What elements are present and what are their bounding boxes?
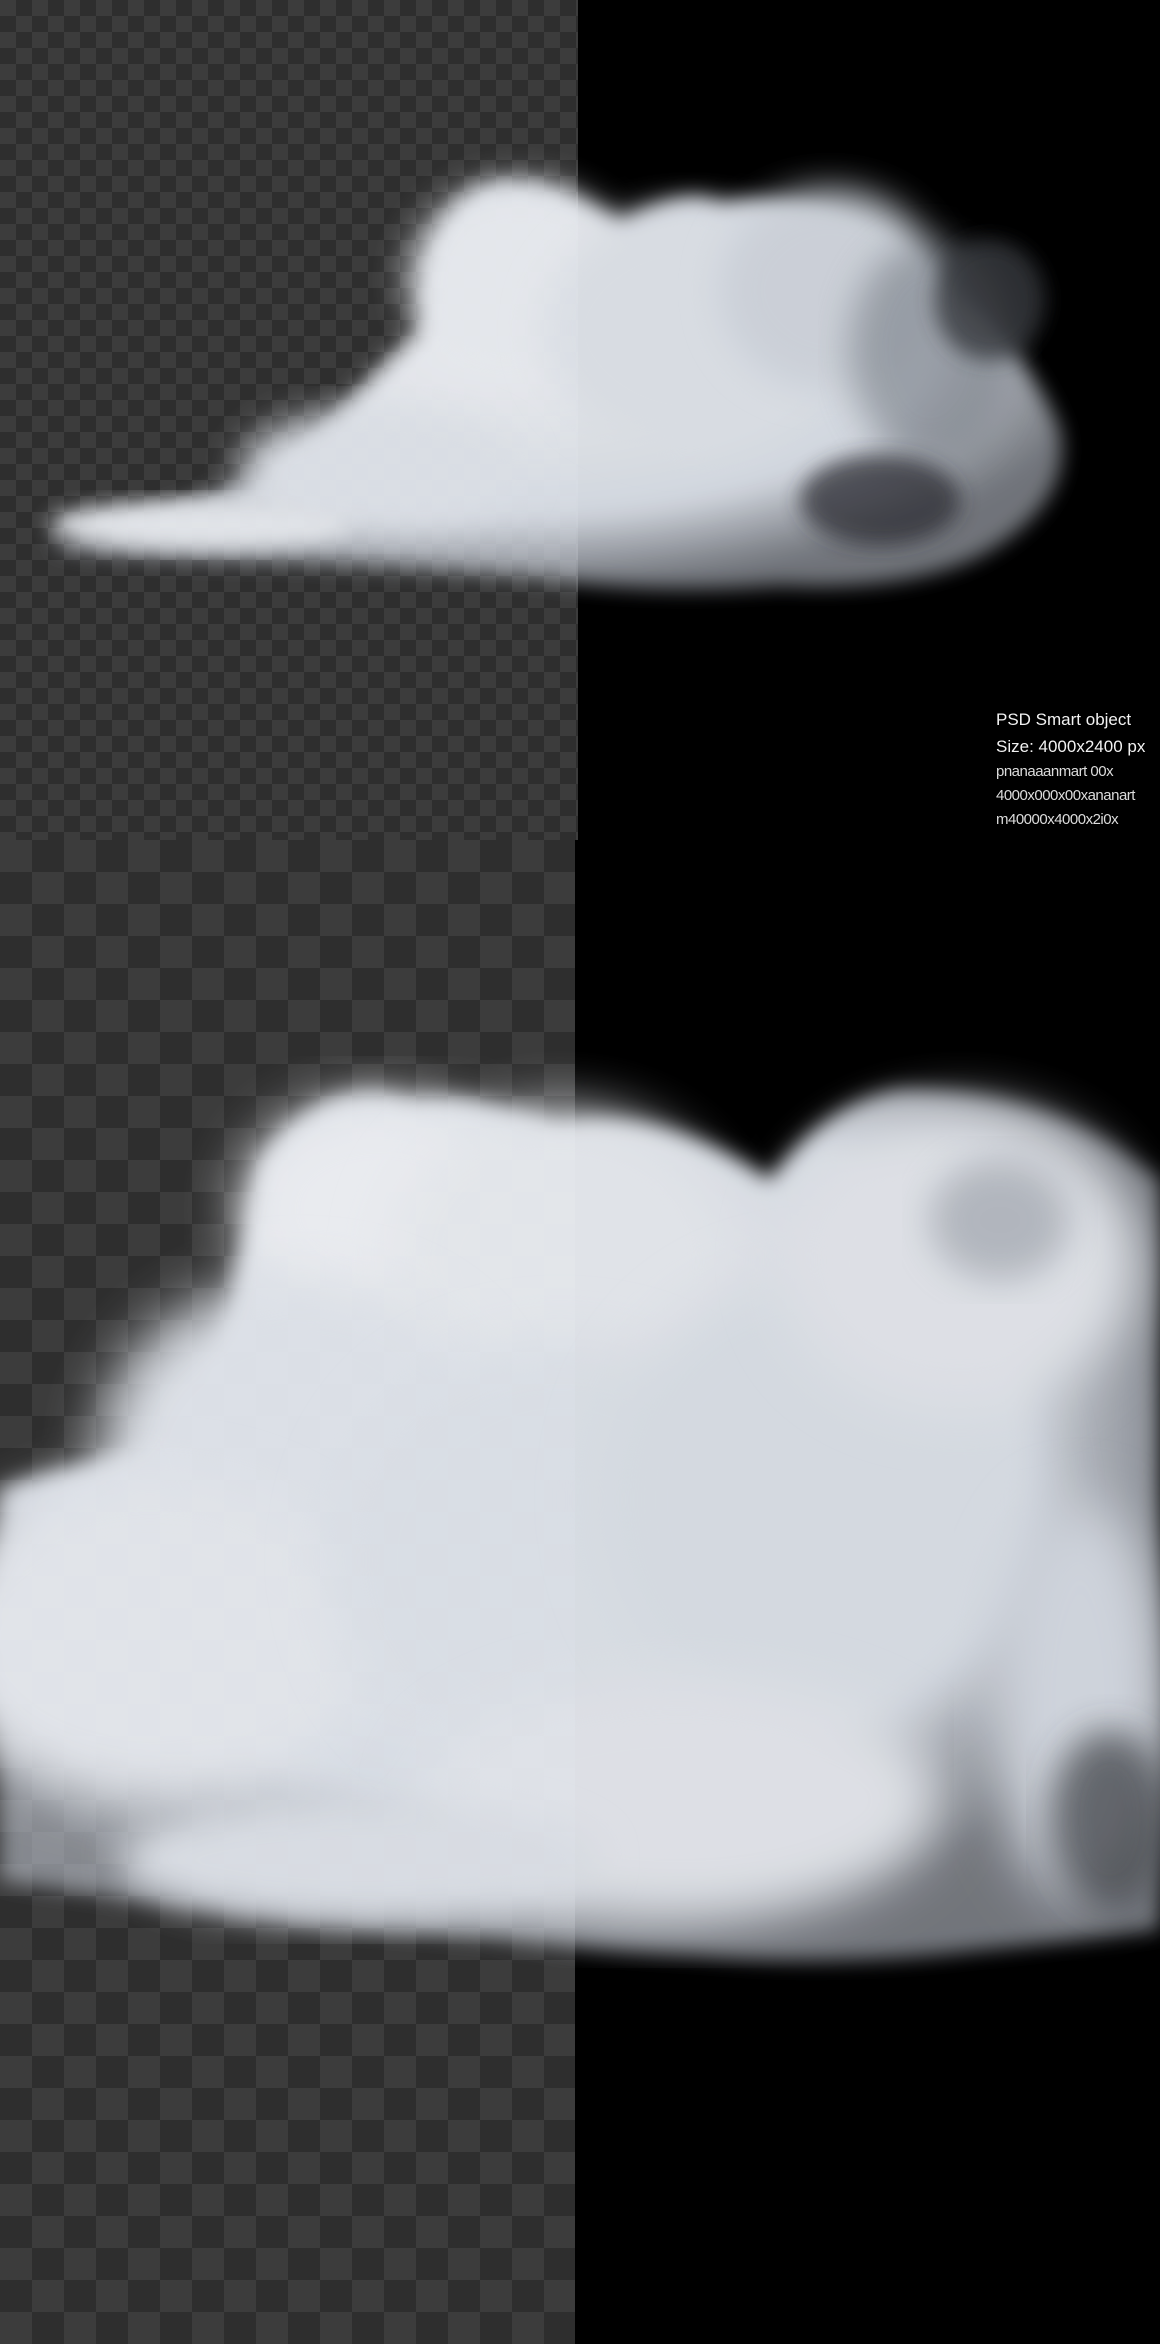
smoke-cloud-top [50, 183, 1062, 590]
info-size: Size: 4000x2400 px [996, 737, 1146, 756]
psd-info-caption: PSD Smart object Size: 4000x2400 px pnan… [996, 706, 1160, 832]
info-title: PSD Smart object [996, 710, 1132, 729]
smoke-illustration [0, 183, 1160, 1961]
info-garbled-line-2: 4000x000x00xananart [996, 787, 1135, 804]
info-garbled-line-3: m40000x4000x2i0x [996, 811, 1119, 828]
smoke-cloud-bottom [0, 1090, 1160, 1961]
info-garbled-line-1: pnanaaanmart 00x [996, 763, 1114, 780]
